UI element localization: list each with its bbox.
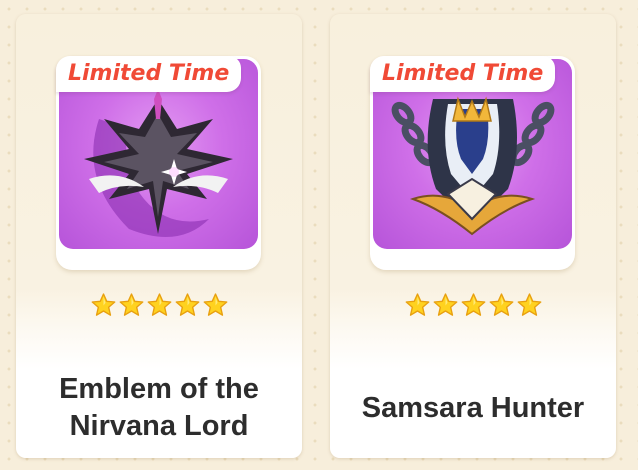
- star-icon: [119, 293, 143, 316]
- limited-time-badge: Limited Time: [370, 56, 556, 92]
- star-icon: [433, 293, 457, 316]
- item-card-samsara-hunter[interactable]: Limited Time Samsara Hunter: [330, 14, 616, 458]
- item-card-emblem-of-the-nirvana-lord[interactable]: Limited Time Emblem of the Nirvana Lord: [16, 14, 302, 458]
- star-rating: [16, 292, 302, 319]
- item-icon-frame: Limited Time: [370, 56, 575, 270]
- item-icon-frame: Limited Time: [56, 56, 261, 270]
- star-rating: [330, 292, 616, 319]
- star-icon: [405, 293, 429, 316]
- star-icon: [203, 293, 227, 316]
- star-icon: [461, 293, 485, 316]
- limited-time-badge: Limited Time: [56, 56, 242, 92]
- star-icon: [147, 293, 171, 316]
- item-title: Emblem of the Nirvana Lord: [59, 373, 259, 442]
- star-icon: [91, 293, 115, 316]
- star-icon: [517, 293, 541, 316]
- star-icon: [489, 293, 513, 316]
- item-title: Samsara Hunter: [361, 391, 585, 424]
- star-icon: [175, 293, 199, 316]
